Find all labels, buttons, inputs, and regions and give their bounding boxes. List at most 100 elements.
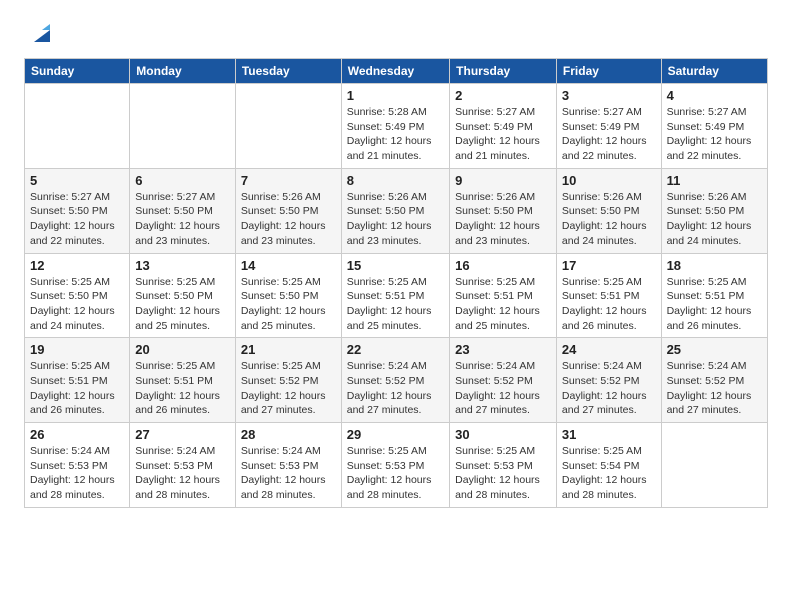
day-info: Sunrise: 5:25 AMSunset: 5:51 PMDaylight:… (347, 275, 444, 334)
calendar-week-row: 1 Sunrise: 5:28 AMSunset: 5:49 PMDaylight… (25, 84, 768, 169)
day-info: Sunrise: 5:27 AMSunset: 5:49 PMDaylight:… (562, 105, 656, 164)
calendar-cell: 14 Sunrise: 5:25 AMSunset: 5:50 PMDayligh… (235, 253, 341, 338)
calendar-cell: 31Sunrise: 5:25 AMSunset: 5:54 PMDayligh… (556, 423, 661, 508)
day-number: 2 (455, 88, 551, 103)
calendar-cell (25, 84, 130, 169)
calendar-cell: 15Sunrise: 5:25 AMSunset: 5:51 PMDayligh… (341, 253, 449, 338)
day-number: 17 (562, 258, 656, 273)
day-number: 6 (135, 173, 230, 188)
calendar-header-wednesday: Wednesday (341, 59, 449, 84)
calendar-week-row: 12 Sunrise: 5:25 AMSunset: 5:50 PMDayligh… (25, 253, 768, 338)
calendar-cell: 12Sunrise: 5:25 AMSunset: 5:50 PMDayligh… (25, 253, 130, 338)
calendar-cell: 16 Sunrise: 5:25 AMSunset: 5:51 PMDayligh… (450, 253, 557, 338)
day-info: Sunrise: 5:25 AMSunset: 5:50 PMDaylight:… (241, 275, 336, 334)
day-info: Sunrise: 5:27 AMSunset: 5:49 PMDaylight:… (667, 105, 762, 164)
calendar-cell: 23 Sunrise: 5:24 AMSunset: 5:52 PMDayligh… (450, 338, 557, 423)
day-info: Sunrise: 5:24 AMSunset: 5:53 PMDaylight:… (30, 444, 124, 503)
logo (24, 20, 56, 48)
day-info: Sunrise: 5:24 AMSunset: 5:53 PMDaylight:… (241, 444, 336, 503)
calendar-cell: 3 Sunrise: 5:27 AMSunset: 5:49 PMDaylight… (556, 84, 661, 169)
day-info: Sunrise: 5:24 AMSunset: 5:52 PMDaylight:… (562, 359, 656, 418)
calendar-cell: 29 Sunrise: 5:25 AMSunset: 5:53 PMDayligh… (341, 423, 449, 508)
calendar-cell (235, 84, 341, 169)
day-info: Sunrise: 5:26 AMSunset: 5:50 PMDaylight:… (455, 190, 551, 249)
day-number: 29 (347, 427, 444, 442)
day-number: 11 (667, 173, 762, 188)
day-number: 13 (135, 258, 230, 273)
day-info: Sunrise: 5:28 AMSunset: 5:49 PMDaylight:… (347, 105, 444, 164)
day-number: 14 (241, 258, 336, 273)
calendar-cell: 6 Sunrise: 5:27 AMSunset: 5:50 PMDaylight… (130, 168, 236, 253)
day-info: Sunrise: 5:25 AMSunset: 5:51 PMDaylight:… (30, 359, 124, 418)
day-number: 21 (241, 342, 336, 357)
day-number: 3 (562, 88, 656, 103)
calendar-cell: 13 Sunrise: 5:25 AMSunset: 5:50 PMDayligh… (130, 253, 236, 338)
day-info: Sunrise: 5:24 AMSunset: 5:52 PMDaylight:… (667, 359, 762, 418)
calendar-cell: 24 Sunrise: 5:24 AMSunset: 5:52 PMDayligh… (556, 338, 661, 423)
calendar-table: SundayMondayTuesdayWednesdayThursdayFrid… (24, 58, 768, 508)
day-info: Sunrise: 5:27 AMSunset: 5:50 PMDaylight:… (30, 190, 124, 249)
calendar-cell: 7Sunrise: 5:26 AMSunset: 5:50 PMDaylight… (235, 168, 341, 253)
calendar-cell (130, 84, 236, 169)
calendar-cell: 19 Sunrise: 5:25 AMSunset: 5:51 PMDayligh… (25, 338, 130, 423)
logo-icon (28, 20, 56, 48)
day-info: Sunrise: 5:25 AMSunset: 5:52 PMDaylight:… (241, 359, 336, 418)
calendar-cell: 5 Sunrise: 5:27 AMSunset: 5:50 PMDaylight… (25, 168, 130, 253)
calendar-header-tuesday: Tuesday (235, 59, 341, 84)
calendar-cell: 25 Sunrise: 5:24 AMSunset: 5:52 PMDayligh… (661, 338, 767, 423)
day-info: Sunrise: 5:24 AMSunset: 5:53 PMDaylight:… (135, 444, 230, 503)
day-info: Sunrise: 5:25 AMSunset: 5:53 PMDaylight:… (455, 444, 551, 503)
day-number: 12 (30, 258, 124, 273)
day-number: 18 (667, 258, 762, 273)
day-info: Sunrise: 5:25 AMSunset: 5:53 PMDaylight:… (347, 444, 444, 503)
day-number: 10 (562, 173, 656, 188)
day-number: 25 (667, 342, 762, 357)
day-info: Sunrise: 5:25 AMSunset: 5:50 PMDaylight:… (135, 275, 230, 334)
calendar-cell: 22 Sunrise: 5:24 AMSunset: 5:52 PMDayligh… (341, 338, 449, 423)
day-info: Sunrise: 5:26 AMSunset: 5:50 PMDaylight:… (667, 190, 762, 249)
day-number: 23 (455, 342, 551, 357)
calendar-week-row: 5 Sunrise: 5:27 AMSunset: 5:50 PMDaylight… (25, 168, 768, 253)
day-number: 22 (347, 342, 444, 357)
calendar-week-row: 19 Sunrise: 5:25 AMSunset: 5:51 PMDayligh… (25, 338, 768, 423)
day-number: 26 (30, 427, 124, 442)
day-number: 7 (241, 173, 336, 188)
calendar-cell: 2Sunrise: 5:27 AMSunset: 5:49 PMDaylight… (450, 84, 557, 169)
calendar-header-friday: Friday (556, 59, 661, 84)
day-number: 24 (562, 342, 656, 357)
day-number: 31 (562, 427, 656, 442)
day-number: 4 (667, 88, 762, 103)
calendar-cell: 27 Sunrise: 5:24 AMSunset: 5:53 PMDayligh… (130, 423, 236, 508)
day-number: 16 (455, 258, 551, 273)
day-info: Sunrise: 5:25 AMSunset: 5:51 PMDaylight:… (135, 359, 230, 418)
page: SundayMondayTuesdayWednesdayThursdayFrid… (0, 0, 792, 524)
calendar-header-thursday: Thursday (450, 59, 557, 84)
day-info: Sunrise: 5:25 AMSunset: 5:51 PMDaylight:… (667, 275, 762, 334)
calendar-cell: 28Sunrise: 5:24 AMSunset: 5:53 PMDayligh… (235, 423, 341, 508)
calendar-cell (661, 423, 767, 508)
calendar-header-row: SundayMondayTuesdayWednesdayThursdayFrid… (25, 59, 768, 84)
day-info: Sunrise: 5:24 AMSunset: 5:52 PMDaylight:… (347, 359, 444, 418)
day-number: 30 (455, 427, 551, 442)
day-number: 27 (135, 427, 230, 442)
day-info: Sunrise: 5:25 AMSunset: 5:51 PMDaylight:… (455, 275, 551, 334)
calendar-cell: 26 Sunrise: 5:24 AMSunset: 5:53 PMDayligh… (25, 423, 130, 508)
day-number: 1 (347, 88, 444, 103)
day-info: Sunrise: 5:27 AMSunset: 5:50 PMDaylight:… (135, 190, 230, 249)
day-number: 20 (135, 342, 230, 357)
calendar-cell: 21 Sunrise: 5:25 AMSunset: 5:52 PMDayligh… (235, 338, 341, 423)
day-info: Sunrise: 5:24 AMSunset: 5:52 PMDaylight:… (455, 359, 551, 418)
calendar-cell: 17Sunrise: 5:25 AMSunset: 5:51 PMDayligh… (556, 253, 661, 338)
day-info: Sunrise: 5:26 AMSunset: 5:50 PMDaylight:… (347, 190, 444, 249)
calendar-header-sunday: Sunday (25, 59, 130, 84)
calendar-week-row: 26 Sunrise: 5:24 AMSunset: 5:53 PMDayligh… (25, 423, 768, 508)
calendar-cell: 20 Sunrise: 5:25 AMSunset: 5:51 PMDayligh… (130, 338, 236, 423)
day-number: 19 (30, 342, 124, 357)
calendar-cell: 8 Sunrise: 5:26 AMSunset: 5:50 PMDaylight… (341, 168, 449, 253)
day-number: 8 (347, 173, 444, 188)
calendar-cell: 4 Sunrise: 5:27 AMSunset: 5:49 PMDaylight… (661, 84, 767, 169)
day-number: 5 (30, 173, 124, 188)
calendar-cell: 11 Sunrise: 5:26 AMSunset: 5:50 PMDayligh… (661, 168, 767, 253)
day-info: Sunrise: 5:26 AMSunset: 5:50 PMDaylight:… (562, 190, 656, 249)
calendar-header-saturday: Saturday (661, 59, 767, 84)
